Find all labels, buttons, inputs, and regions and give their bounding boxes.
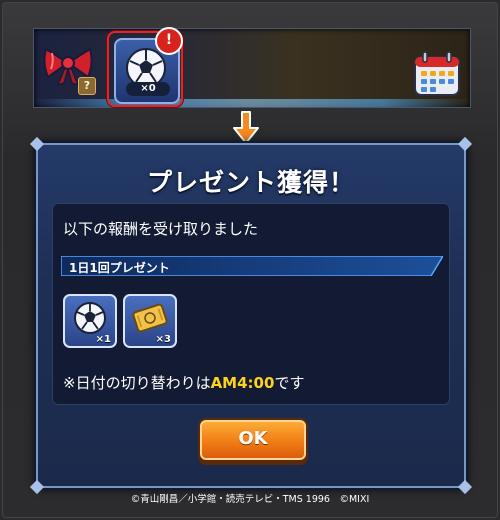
reward-item: ×1 (63, 294, 117, 348)
soccer-ball-count: ×0 (126, 82, 170, 96)
soccer-ball-slot[interactable]: ×0 ! (107, 27, 183, 107)
ok-button[interactable]: OK (198, 418, 308, 462)
calendar-icon[interactable] (412, 49, 462, 97)
section-label: 1日1回プレゼント (69, 261, 170, 275)
dialog-title: プレゼント獲得！ (146, 168, 355, 197)
reward-panel: 以下の報酬を受け取りました 1日1回プレゼント ×1 ×3 ※日付の切り替わりは… (52, 203, 450, 405)
reward-item: ×3 (123, 294, 177, 348)
unknown-badge: ? (78, 77, 96, 95)
reset-note-prefix: ※日付の切り替わりは (63, 374, 211, 392)
down-arrow-icon (233, 111, 259, 144)
reset-time: AM4:00 (210, 374, 275, 392)
alert-icon: ! (155, 27, 183, 55)
item-bar-glow (34, 99, 470, 107)
reward-quantity: ×1 (95, 334, 111, 345)
reward-quantity: ×3 (155, 334, 171, 345)
reward-message: 以下の報酬を受け取りました (63, 220, 259, 238)
reset-note-suffix: です (274, 374, 305, 392)
present-dialog: プレゼント獲得！ 以下の報酬を受け取りました 1日1回プレゼント ×1 ×3 ※… (29, 136, 473, 495)
copyright-text: ©青山剛昌／小学館・読売テレビ・TMS 1996 ©MIXI (130, 494, 370, 505)
item-bar: ? ×0 ! (33, 27, 471, 108)
reset-note: ※日付の切り替わりはAM4:00です (63, 372, 304, 393)
